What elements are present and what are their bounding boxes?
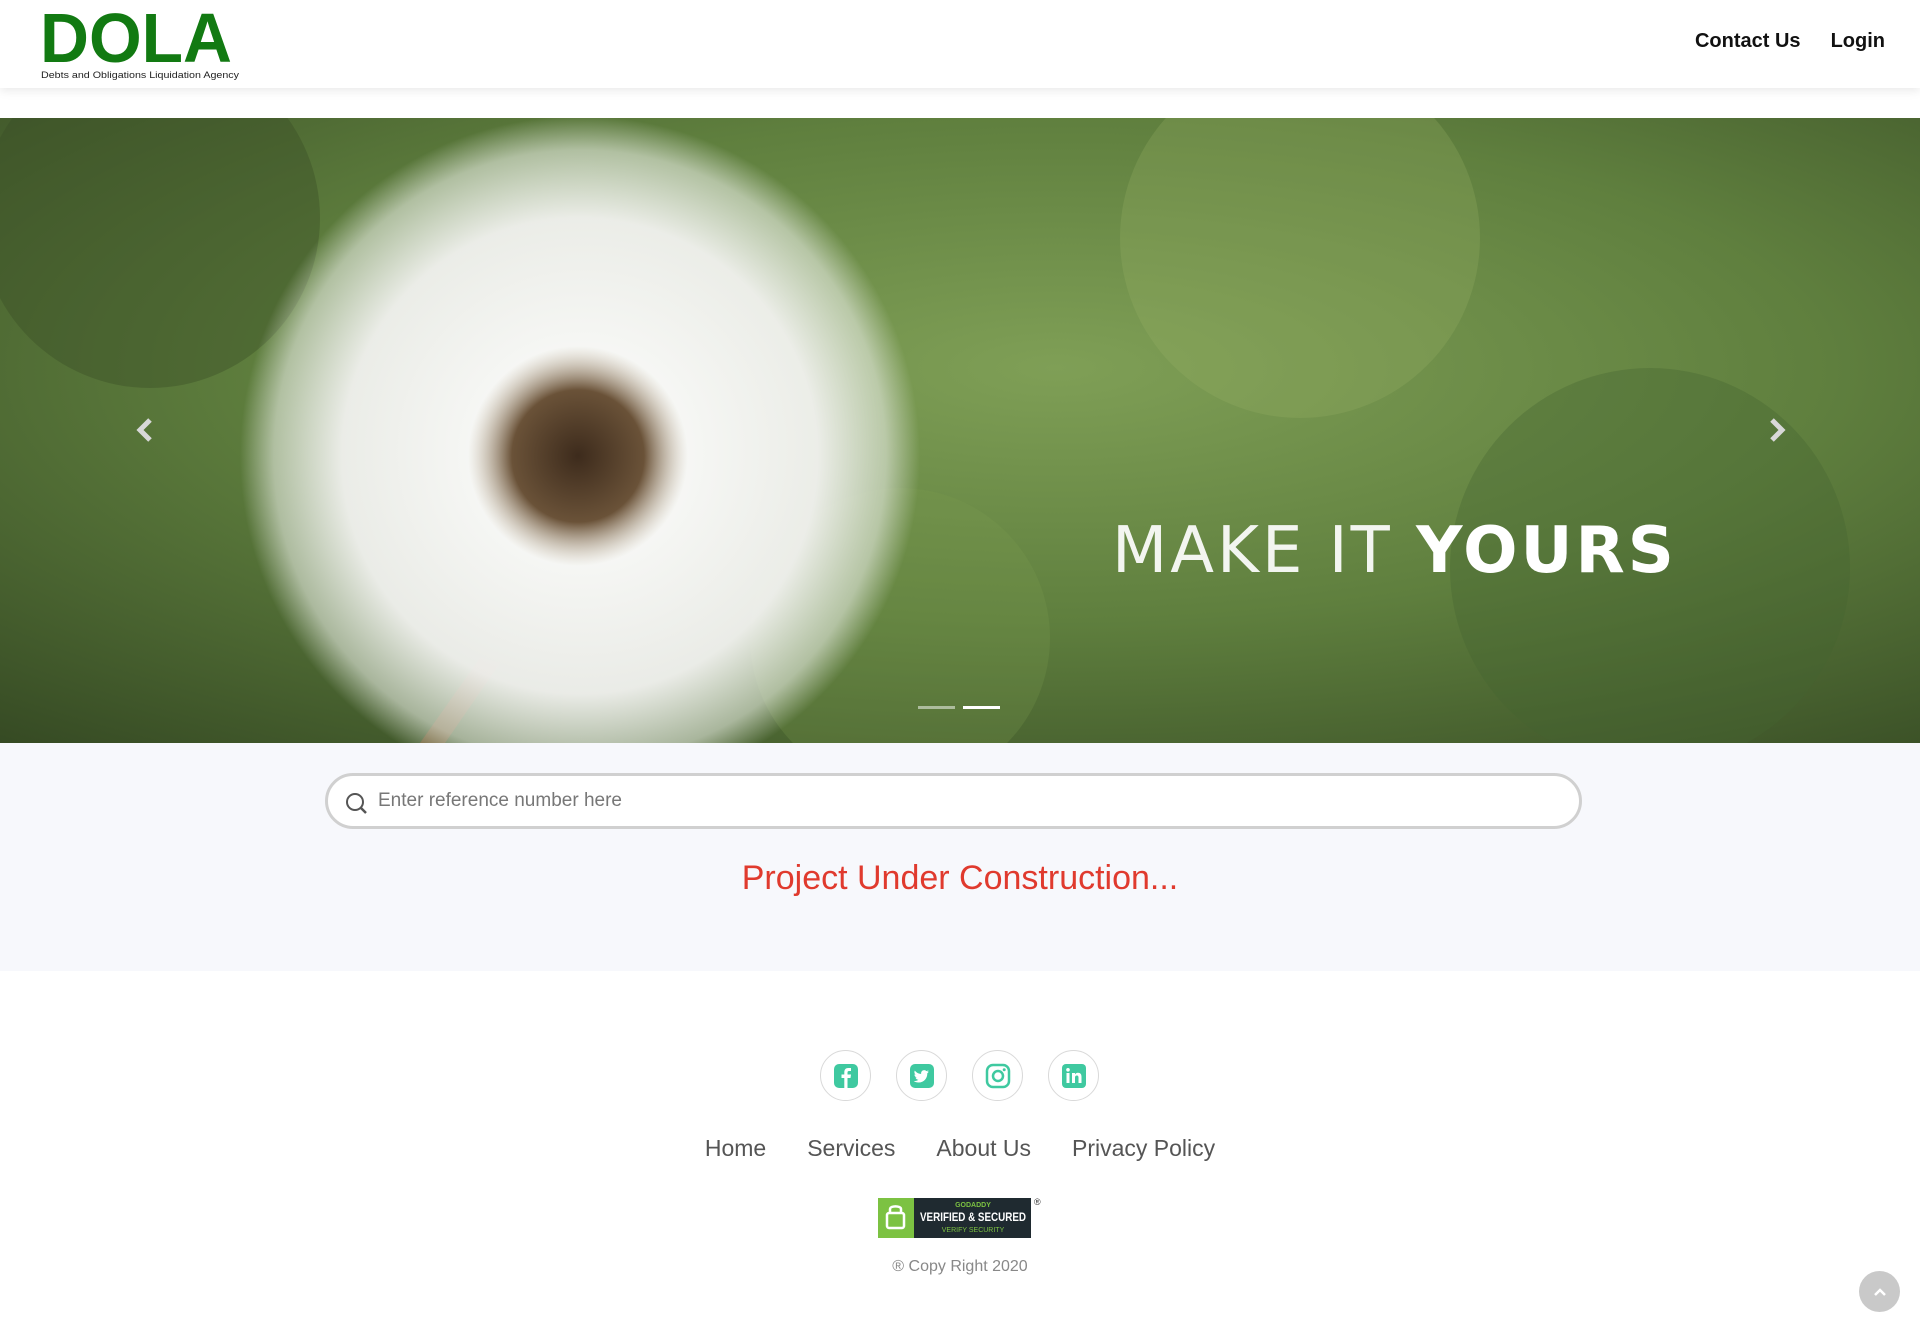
footer-about-us-link[interactable]: About Us bbox=[936, 1135, 1031, 1162]
hero-carousel: MAKE IT YOURS bbox=[0, 118, 1920, 743]
chevron-right-icon bbox=[1770, 418, 1786, 442]
instagram-icon bbox=[985, 1063, 1010, 1088]
twitter-icon bbox=[909, 1063, 934, 1088]
footer-nav: Home Services About Us Privacy Policy bbox=[0, 1135, 1920, 1162]
carousel-prev-button[interactable] bbox=[126, 410, 166, 450]
chevron-left-icon bbox=[136, 418, 152, 442]
footer-services-link[interactable]: Services bbox=[807, 1135, 895, 1162]
dandelion-image bbox=[0, 118, 1920, 743]
scroll-to-top-button[interactable] bbox=[1859, 1271, 1900, 1312]
search-section: Project Under Construction... bbox=[0, 743, 1920, 971]
tagline-thin: MAKE IT bbox=[1112, 514, 1393, 588]
reference-number-input[interactable] bbox=[378, 784, 1558, 818]
chevron-up-icon bbox=[1873, 1287, 1886, 1296]
nav-contact-us-link[interactable]: Contact Us bbox=[1695, 30, 1801, 53]
footer-home-link[interactable]: Home bbox=[705, 1135, 766, 1162]
carousel-next-button[interactable] bbox=[1756, 410, 1796, 450]
godaddy-security-seal[interactable]: GODADDY VERIFIED & SECURED VERIFY SECURI… bbox=[877, 1196, 1042, 1240]
logo-text: DOLA bbox=[40, 6, 232, 77]
seal-main-text: VERIFIED & SECURED bbox=[920, 1210, 1026, 1224]
linkedin-button[interactable] bbox=[1048, 1050, 1099, 1101]
top-nav: Contact Us Login bbox=[1695, 30, 1885, 53]
facebook-button[interactable] bbox=[820, 1050, 871, 1101]
search-box bbox=[325, 773, 1582, 829]
nav-login-link[interactable]: Login bbox=[1831, 30, 1885, 53]
seal-bottom-text: VERIFY SECURITY bbox=[942, 1227, 1005, 1234]
seal-top-text: GODADDY bbox=[955, 1202, 991, 1209]
status-message: Project Under Construction... bbox=[741, 859, 1179, 897]
hero-tagline: MAKE IT YOURS bbox=[1112, 514, 1677, 588]
carousel-indicator-1[interactable] bbox=[918, 706, 955, 709]
linkedin-icon bbox=[1061, 1063, 1086, 1088]
twitter-button[interactable] bbox=[896, 1050, 947, 1101]
logo-subtitle: Debts and Obligations Liquidation Agency bbox=[41, 70, 239, 81]
registered-mark: ® bbox=[1034, 1197, 1041, 1207]
social-links bbox=[820, 1050, 1099, 1101]
carousel-indicators bbox=[918, 706, 1000, 709]
site-header: DOLA Debts and Obligations Liquidation A… bbox=[0, 0, 1920, 88]
tagline-bold: YOURS bbox=[1416, 514, 1677, 588]
instagram-button[interactable] bbox=[972, 1050, 1023, 1101]
footer-privacy-policy-link[interactable]: Privacy Policy bbox=[1072, 1135, 1215, 1162]
copyright-text: ® Copy Right 2020 bbox=[892, 1258, 1028, 1275]
facebook-icon bbox=[833, 1063, 858, 1088]
carousel-indicator-2[interactable] bbox=[963, 706, 1000, 709]
dola-logo[interactable]: DOLA Debts and Obligations Liquidation A… bbox=[40, 6, 240, 82]
search-icon bbox=[346, 793, 367, 814]
